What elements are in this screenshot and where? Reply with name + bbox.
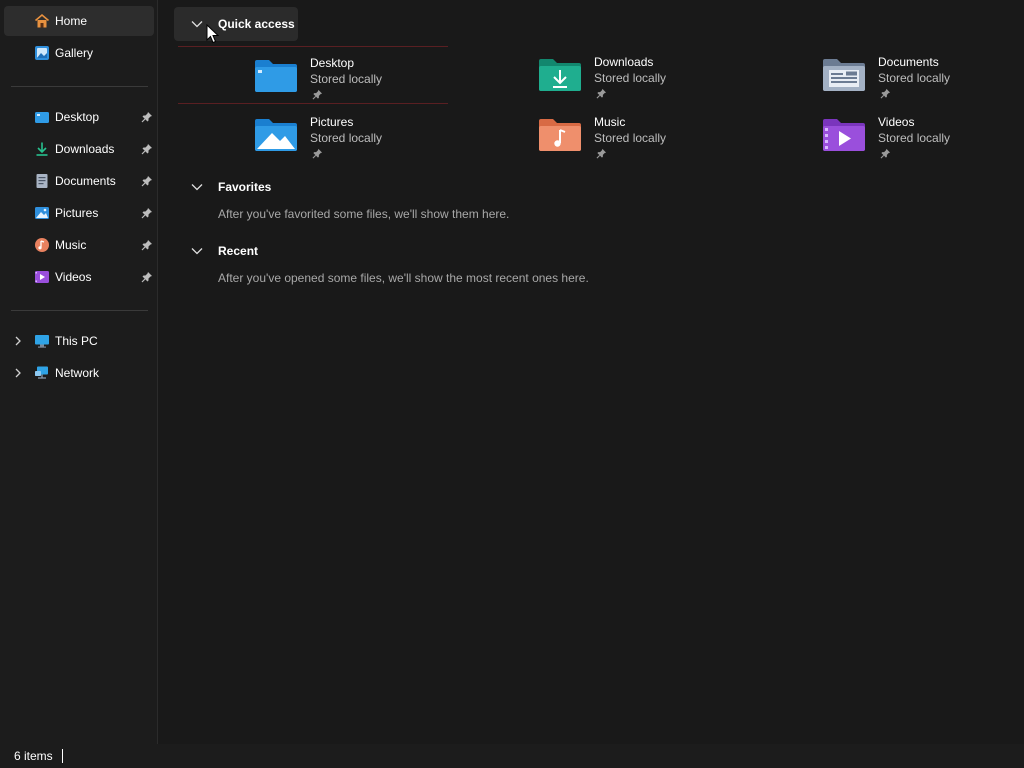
item-name: Documents xyxy=(878,55,939,69)
sidebar-item-documents[interactable]: Documents xyxy=(4,166,154,196)
documents-icon xyxy=(36,174,48,188)
pin-icon[interactable] xyxy=(141,239,153,251)
recent-header[interactable]: Recent xyxy=(174,234,304,268)
sidebar-item-label: Documents xyxy=(55,174,116,188)
item-location: Stored locally xyxy=(310,72,383,86)
item-name: Downloads xyxy=(594,55,654,69)
sidebar-item-gallery[interactable]: Gallery xyxy=(4,38,154,68)
pin-icon[interactable] xyxy=(141,143,153,155)
home-icon xyxy=(34,13,50,28)
section-title: Favorites xyxy=(218,180,272,194)
item-name: Pictures xyxy=(310,115,354,129)
item-name: Desktop xyxy=(310,56,355,70)
chevron-right-icon[interactable] xyxy=(12,367,24,379)
content-pane: Quick access Desktop Stored locally Down… xyxy=(158,0,1024,744)
sidebar-item-network[interactable]: Network xyxy=(4,358,154,388)
item-name: Music xyxy=(594,115,626,129)
chevron-down-icon[interactable] xyxy=(190,181,204,193)
pin-icon[interactable] xyxy=(141,271,153,283)
desktop-folder-icon xyxy=(255,60,297,92)
item-location: Stored locally xyxy=(878,71,951,85)
sidebar-item-videos[interactable]: Videos xyxy=(4,262,154,292)
sidebar-item-desktop[interactable]: Desktop xyxy=(4,102,154,132)
quick-access-item-documents[interactable]: Documents Stored locally xyxy=(746,46,1016,104)
pin-icon[interactable] xyxy=(141,175,153,187)
sidebar-item-label: Home xyxy=(55,14,88,28)
pictures-folder-icon xyxy=(255,119,297,151)
favorites-header[interactable]: Favorites xyxy=(174,170,304,204)
quick-access-item-videos[interactable]: Videos Stored locally xyxy=(746,106,1016,164)
quick-access-item-pictures[interactable]: Pictures Stored locally xyxy=(178,106,448,164)
item-location: Stored locally xyxy=(594,131,667,145)
sidebar-item-label: Videos xyxy=(55,270,92,284)
pin-icon[interactable] xyxy=(141,111,153,123)
videos-folder-icon xyxy=(823,119,865,151)
downloads-folder-icon xyxy=(539,59,581,91)
chevron-right-icon[interactable] xyxy=(12,335,24,347)
sidebar-item-music[interactable]: Music xyxy=(4,230,154,260)
pin-icon xyxy=(880,88,891,99)
chevron-down-icon[interactable] xyxy=(190,245,204,257)
sidebar-item-label: Downloads xyxy=(55,142,115,156)
sidebar-item-home[interactable]: Home xyxy=(4,6,154,36)
section-title: Recent xyxy=(218,244,259,258)
sidebar-item-label: Pictures xyxy=(55,206,99,220)
item-count: 6 items xyxy=(14,749,53,763)
documents-folder-icon xyxy=(823,59,865,91)
quick-access-item-music[interactable]: Music Stored locally xyxy=(462,106,732,164)
quick-access-header[interactable]: Quick access xyxy=(174,7,298,41)
downloads-icon xyxy=(36,142,48,156)
item-location: Stored locally xyxy=(594,71,667,85)
status-divider xyxy=(62,749,63,763)
status-bar: 6 items xyxy=(0,744,1024,768)
pin-icon xyxy=(312,148,323,159)
pin-icon xyxy=(596,88,607,99)
section-title: Quick access xyxy=(218,17,295,31)
favorites-empty-message: After you've favorited some files, we'll… xyxy=(218,207,510,221)
sidebar-item-downloads[interactable]: Downloads xyxy=(4,134,154,164)
sidebar-item-label: Network xyxy=(55,366,100,380)
videos-icon xyxy=(35,271,49,283)
pin-icon xyxy=(880,148,891,159)
network-icon xyxy=(35,366,48,379)
sidebar-item-label: Gallery xyxy=(55,46,94,60)
mouse-cursor-icon xyxy=(206,24,220,44)
sidebar-item-label: This PC xyxy=(55,334,98,348)
pin-icon xyxy=(312,89,323,100)
quick-access-item-downloads[interactable]: Downloads Stored locally xyxy=(462,46,732,104)
pin-icon xyxy=(596,148,607,159)
item-location: Stored locally xyxy=(310,131,383,145)
sidebar-item-label: Music xyxy=(55,238,87,252)
sidebar-item-this-pc[interactable]: This PC xyxy=(4,326,154,356)
this-pc-icon xyxy=(35,335,49,348)
sidebar-divider xyxy=(11,86,148,87)
sidebar-item-pictures[interactable]: Pictures xyxy=(4,198,154,228)
navigation-pane: Home Gallery Desktop Downloads Documents… xyxy=(0,0,158,744)
music-icon xyxy=(35,238,49,252)
quick-access-item-desktop[interactable]: Desktop Stored locally xyxy=(178,46,448,104)
desktop-folder-icon xyxy=(35,112,49,123)
pictures-icon xyxy=(35,207,49,219)
chevron-down-icon[interactable] xyxy=(190,18,204,30)
pin-icon[interactable] xyxy=(141,207,153,219)
sidebar-item-label: Desktop xyxy=(55,110,100,124)
item-name: Videos xyxy=(878,115,915,129)
recent-empty-message: After you've opened some files, we'll sh… xyxy=(218,271,589,285)
sidebar-divider xyxy=(11,310,148,311)
item-location: Stored locally xyxy=(878,131,951,145)
gallery-icon xyxy=(35,46,49,60)
music-folder-icon xyxy=(539,119,581,151)
